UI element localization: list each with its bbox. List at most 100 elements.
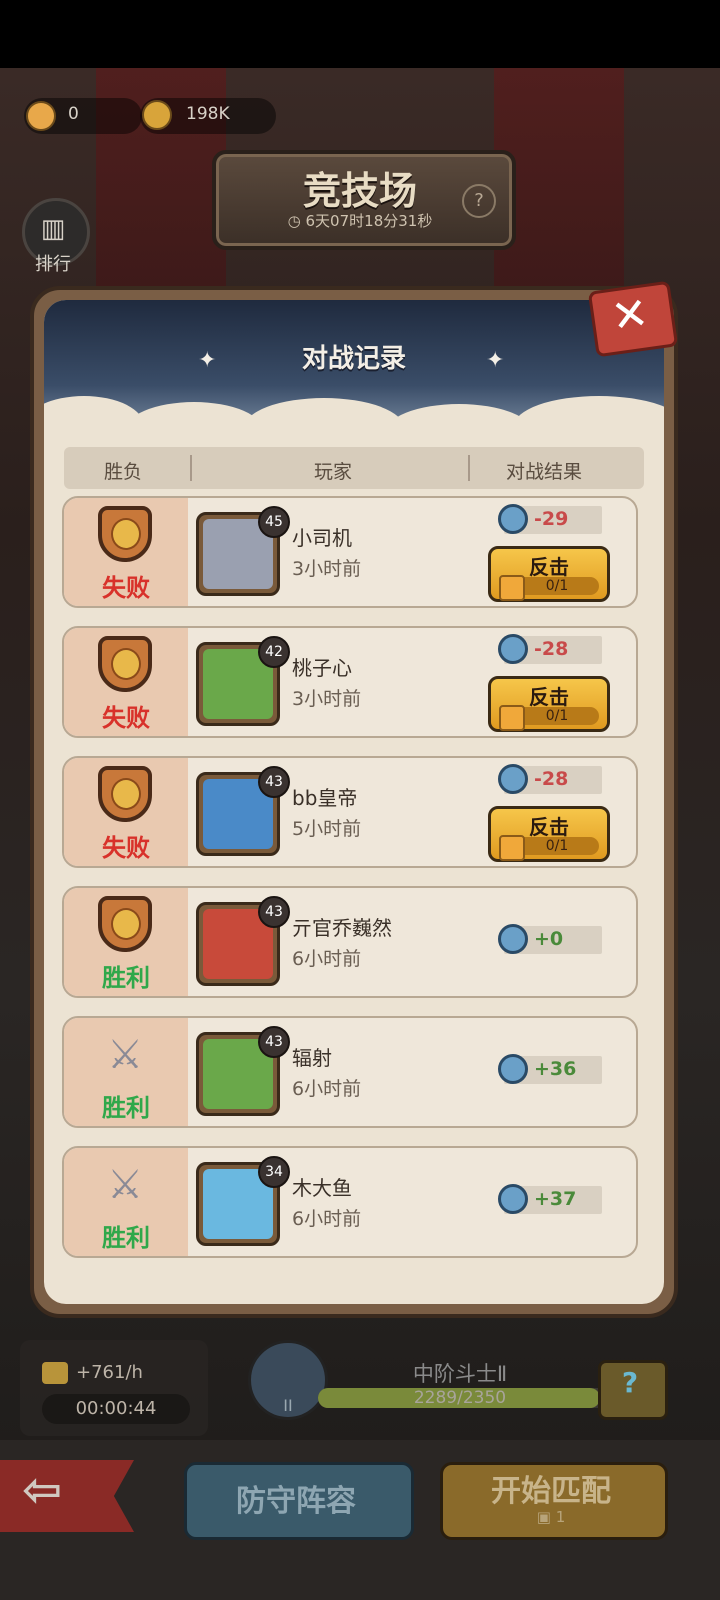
- income-rate: +761/h: [76, 1362, 143, 1383]
- score-change-value: +0: [534, 928, 564, 950]
- shield-emblem: [111, 518, 141, 550]
- dialog-title: 对战记录: [301, 344, 406, 374]
- arena-point-icon: [498, 764, 528, 794]
- cloud-decoration: [124, 402, 264, 422]
- status-bar: [0, 0, 720, 68]
- result-cell: 失败: [64, 628, 188, 736]
- result-label: 失败: [102, 834, 150, 862]
- gold-pile-icon: [42, 1362, 68, 1384]
- battle-record-row: ⚔ 胜利 43 辐射 6小时前 +36: [62, 1016, 638, 1128]
- crossed-swords-icon: ⚔: [107, 1162, 143, 1208]
- battle-time: 3小时前: [292, 688, 362, 710]
- shield-emblem: [111, 908, 141, 940]
- player-level-badge: 45: [258, 506, 290, 538]
- rank-name: 中阶斗士Ⅱ: [412, 1362, 508, 1386]
- score-change-value: -28: [534, 638, 569, 660]
- shield-emblem: [111, 648, 141, 680]
- result-cell: 失败: [64, 498, 188, 606]
- battle-time: 6小时前: [292, 948, 362, 970]
- back-button[interactable]: [0, 1460, 134, 1532]
- defense-lineup-label[interactable]: 防守阵容: [184, 1476, 408, 1520]
- player-level-badge: 43: [258, 766, 290, 798]
- player-name: 木大鱼: [292, 1176, 352, 1200]
- shield-icon: [98, 636, 152, 692]
- revenge-count: 0/1: [515, 837, 599, 855]
- question-mark-icon: ?: [621, 1366, 639, 1399]
- column-header-outcome: 对战结果: [506, 461, 583, 483]
- result-label: 胜利: [102, 1224, 150, 1252]
- help-button[interactable]: ?: [462, 184, 496, 218]
- player-level-badge: 34: [258, 1156, 290, 1188]
- column-header-result: 胜负: [104, 461, 143, 483]
- revenge-button[interactable]: 反击 0/1: [488, 806, 610, 862]
- crossed-swords-icon: ⚔: [107, 1032, 143, 1078]
- ticket-icon: ▣: [536, 1508, 556, 1526]
- resource-gold-value: 198K: [186, 104, 230, 124]
- result-cell: 失败: [64, 758, 188, 866]
- score-change-value: +36: [534, 1058, 577, 1080]
- battle-time: 6小时前: [292, 1078, 362, 1100]
- score-change-value: -28: [534, 768, 569, 790]
- close-icon[interactable]: ✕: [588, 281, 672, 351]
- result-label: 胜利: [102, 964, 150, 992]
- cloud-decoration: [44, 396, 144, 422]
- arena-point-icon: [498, 924, 528, 954]
- revenge-count: 0/1: [515, 707, 599, 725]
- battle-record-row: ⚔ 胜利 34 木大鱼 6小时前 +37: [62, 1146, 638, 1258]
- shield-icon: [98, 506, 152, 562]
- season-countdown: ◷ 6天07时18分31秒: [212, 210, 508, 231]
- player-name: 辐射: [292, 1046, 332, 1070]
- countdown-text: 6天07时18分31秒: [305, 212, 433, 230]
- player-name: 小司机: [292, 526, 352, 550]
- revenge-button[interactable]: 反击 0/1: [488, 676, 610, 732]
- drink-icon: [26, 101, 56, 131]
- drink-icon: [499, 575, 525, 601]
- result-label: 胜利: [102, 1094, 150, 1122]
- result-cell: 胜利: [64, 888, 188, 996]
- result-label: 失败: [102, 704, 150, 732]
- battle-time: 5小时前: [292, 818, 362, 840]
- match-cost-value: 1: [555, 1508, 566, 1526]
- battle-time: 3小时前: [292, 558, 362, 580]
- cloud-decoration: [244, 398, 404, 422]
- result-cell: ⚔ 胜利: [64, 1018, 188, 1126]
- result-label: 失败: [102, 574, 150, 602]
- match-ticket-cost: ▣ 1: [440, 1508, 662, 1526]
- column-divider: [190, 455, 192, 481]
- battle-time: 6小时前: [292, 1208, 362, 1230]
- player-name: 亓官乔巍然: [292, 916, 392, 940]
- player-name: bb皇帝: [292, 786, 358, 810]
- rank-progress-text: 2289/2350: [413, 1388, 507, 1408]
- player-level-badge: 43: [258, 1026, 290, 1058]
- column-divider: [468, 455, 470, 481]
- battle-record-row: 失败 45 小司机 3小时前 -29 反击 0/1: [62, 496, 638, 608]
- player-name: 桃子心: [292, 656, 352, 680]
- player-level-badge: 43: [258, 896, 290, 928]
- shield-icon: [98, 896, 152, 952]
- cloud-decoration: [514, 396, 664, 422]
- arena-point-icon: [498, 634, 528, 664]
- resource-drinks-value: 0: [68, 104, 79, 124]
- leaderboard-label: 排行: [35, 254, 71, 275]
- battle-record-row: 失败 43 bb皇帝 5小时前 -28 反击 0/1: [62, 756, 638, 868]
- arena-point-icon: [498, 1184, 528, 1214]
- shield-emblem: [111, 778, 141, 810]
- shield-icon: [98, 766, 152, 822]
- cloud-decoration: [384, 404, 534, 422]
- income-timer: 00:00:44: [75, 1398, 157, 1419]
- start-match-label[interactable]: 开始匹配: [440, 1466, 662, 1510]
- battle-record-row: 失败 42 桃子心 3小时前 -28 反击 0/1: [62, 626, 638, 738]
- player-level-badge: 42: [258, 636, 290, 668]
- gold-pile-icon: [142, 100, 172, 130]
- result-cell: ⚔ 胜利: [64, 1148, 188, 1256]
- back-arrow-icon[interactable]: ⇦: [22, 1462, 62, 1518]
- bar-chart-icon: ▥: [40, 214, 66, 244]
- arena-point-icon: [498, 1054, 528, 1084]
- score-change-value: -29: [534, 508, 569, 530]
- arena-point-icon: [498, 504, 528, 534]
- battle-record-row: 胜利 43 亓官乔巍然 6小时前 +0: [62, 886, 638, 998]
- revenge-count: 0/1: [515, 577, 599, 595]
- drink-icon: [499, 705, 525, 731]
- revenge-button[interactable]: 反击 0/1: [488, 546, 610, 602]
- score-change-value: +37: [534, 1188, 577, 1210]
